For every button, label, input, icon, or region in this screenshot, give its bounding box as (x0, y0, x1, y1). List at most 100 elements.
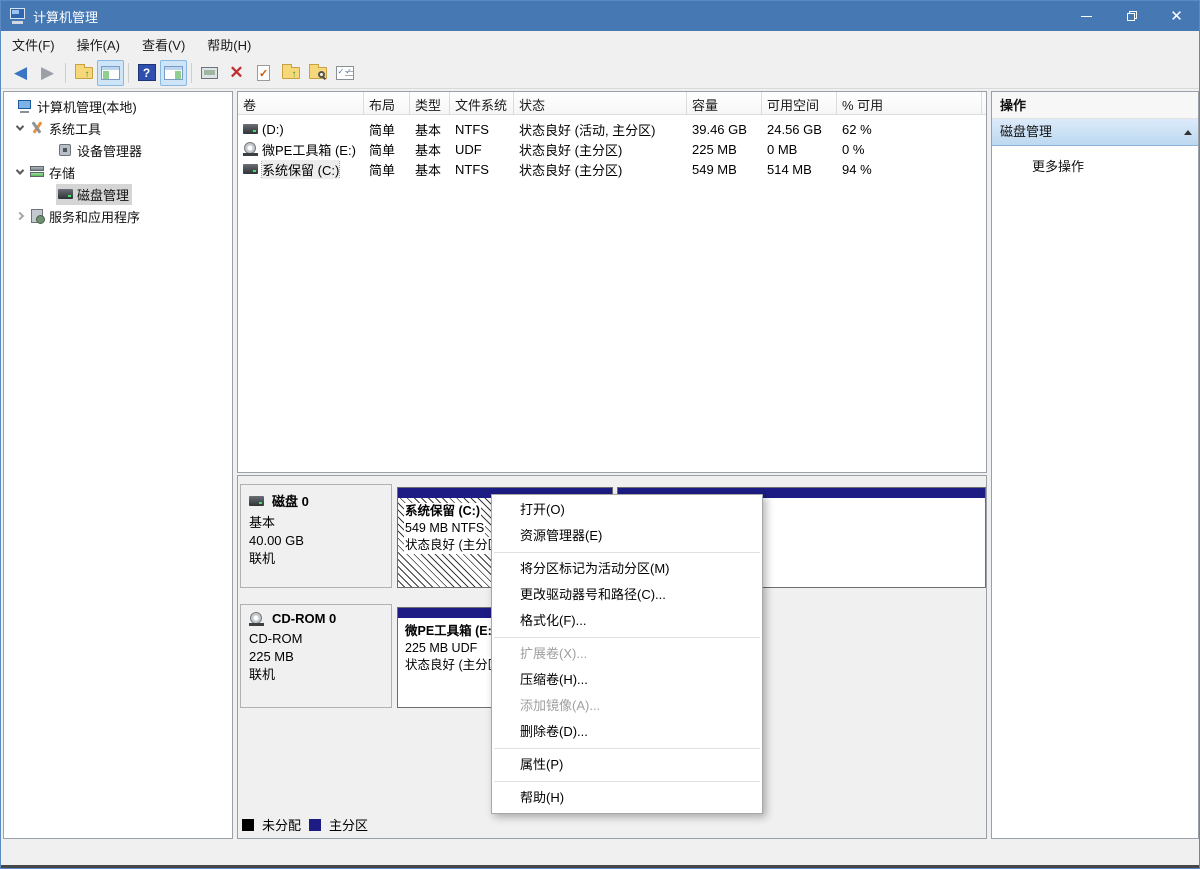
disk-icon (56, 189, 74, 199)
column-header-percent-free[interactable]: % 可用 (837, 92, 982, 114)
action-pane-toggle-icon (164, 66, 183, 80)
collapse-arrow-icon[interactable] (1184, 130, 1192, 135)
table-row[interactable]: 系统保留 (C:) 简单 基本 NTFS 状态良好 (主分区) 549 MB 5… (238, 159, 986, 179)
actions-header: 操作 (992, 92, 1198, 119)
table-row[interactable]: 微PE工具箱 (E:) 简单 基本 UDF 状态良好 (主分区) 225 MB … (238, 139, 986, 159)
menu-item-help[interactable]: 帮助(H) (492, 785, 762, 811)
cd-icon (243, 142, 258, 156)
action-pane-toggle-button[interactable] (160, 60, 187, 86)
help-icon: ? (138, 64, 156, 81)
disk0-title: 磁盘 0 (272, 491, 309, 510)
column-header-free-space[interactable]: 可用空间 (762, 92, 837, 114)
delete-icon: ✕ (229, 64, 243, 81)
app-icon (9, 8, 27, 24)
back-button[interactable]: ◀ (7, 60, 34, 86)
forward-button[interactable]: ▶ (34, 60, 61, 86)
column-header-capacity[interactable]: 容量 (687, 92, 762, 114)
menu-item-change-drive-letter[interactable]: 更改驱动器号和路径(C)... (492, 582, 762, 608)
drive-icon (243, 164, 258, 174)
menu-view[interactable]: 查看(V) (131, 31, 196, 58)
folder-upload-icon: ↑ (282, 67, 300, 79)
window-title: 计算机管理 (33, 7, 98, 26)
up-level-button[interactable]: ↑ (70, 60, 97, 86)
minimize-button[interactable] (1064, 1, 1109, 31)
folder-search-icon (309, 67, 327, 79)
cd-icon (249, 612, 264, 626)
menu-item-delete-volume[interactable]: 删除卷(D)... (492, 719, 762, 745)
console-tree-toggle-icon (101, 66, 120, 80)
chevron-down-icon[interactable] (12, 125, 28, 131)
help-button[interactable]: ? (133, 60, 160, 86)
column-header-type[interactable]: 类型 (410, 92, 450, 114)
column-header-volume[interactable]: 卷 (238, 92, 364, 114)
volume-list-header: 卷 布局 类型 文件系统 状态 容量 可用空间 % 可用 (238, 92, 986, 115)
tree-selection: 磁盘管理 (56, 184, 132, 205)
toolbar-separator (65, 63, 66, 83)
menu-item-format[interactable]: 格式化(F)... (492, 608, 762, 634)
cdrom0-size: 225 MB (249, 648, 383, 666)
folder-search-button[interactable] (304, 60, 331, 86)
menu-item-explorer[interactable]: 资源管理器(E) (492, 523, 762, 549)
folder-up-icon: ↑ (75, 67, 93, 79)
computer-management-window: 计算机管理 ✕ 文件(F) 操作(A) 查看(V) 帮助(H) ◀ ▶ ↑ ? … (0, 0, 1200, 869)
toolbar-separator (128, 63, 129, 83)
status-bar (1, 841, 1199, 867)
context-menu: 打开(O) 资源管理器(E) 将分区标记为活动分区(M) 更改驱动器号和路径(C… (491, 494, 763, 814)
chevron-right-icon[interactable] (12, 213, 28, 219)
menu-item-properties[interactable]: 属性(P) (492, 752, 762, 778)
tree-item-system-tools[interactable]: 系统工具 (4, 117, 232, 139)
forward-icon: ▶ (41, 64, 54, 81)
more-actions-item[interactable]: 更多操作 (992, 156, 1198, 175)
minimize-icon (1081, 16, 1092, 17)
rescan-disks-button[interactable] (196, 60, 223, 86)
disk0-status: 联机 (249, 550, 383, 568)
table-row[interactable]: (D:) 简单 基本 NTFS 状态良好 (活动, 主分区) 39.46 GB … (238, 119, 986, 139)
disk0-label-box[interactable]: 磁盘 0 基本 40.00 GB 联机 (240, 484, 392, 588)
cdrom0-label-box[interactable]: CD-ROM 0 CD-ROM 225 MB 联机 (240, 604, 392, 708)
menu-item-open[interactable]: 打开(O) (492, 497, 762, 523)
menu-action[interactable]: 操作(A) (66, 31, 131, 58)
tree-item-device-manager[interactable]: 设备管理器 (4, 139, 232, 161)
console-tree-toggle-button[interactable] (97, 60, 124, 86)
column-header-layout[interactable]: 布局 (364, 92, 410, 114)
menu-item-extend-volume: 扩展卷(X)... (492, 641, 762, 667)
volume-list: 卷 布局 类型 文件系统 状态 容量 可用空间 % 可用 (D:) 简单 基本 … (237, 91, 987, 473)
toolbar: ◀ ▶ ↑ ? ✕ ↑ (1, 57, 1199, 89)
unallocated-swatch (242, 819, 254, 831)
legend-primary-label: 主分区 (329, 815, 368, 834)
column-header-filesystem[interactable]: 文件系统 (450, 92, 514, 114)
tree-item-disk-management[interactable]: 磁盘管理 (4, 183, 232, 205)
device-manager-icon (56, 144, 74, 156)
column-header-status[interactable]: 状态 (514, 92, 687, 114)
actions-group-disk-management[interactable]: 磁盘管理 (992, 119, 1198, 146)
tree-item-services-applications[interactable]: 服务和应用程序 (4, 205, 232, 227)
cdrom0-title: CD-ROM 0 (272, 611, 336, 626)
actions-pane: 操作 磁盘管理 更多操作 (991, 91, 1199, 839)
console-tree: 计算机管理(本地) 系统工具 设备管理器 存储 磁盘管理 服务和应用程序 (3, 91, 233, 839)
delete-button[interactable]: ✕ (223, 60, 250, 86)
task-list-icon (336, 66, 354, 80)
menu-bar: 文件(F) 操作(A) 查看(V) 帮助(H) (1, 31, 1199, 57)
tree-item-computer-management[interactable]: 计算机管理(本地) (4, 95, 232, 117)
legend-unallocated-label: 未分配 (262, 815, 301, 834)
disk-icon (249, 496, 264, 506)
title-bar: 计算机管理 ✕ (1, 1, 1199, 31)
tools-icon (28, 121, 46, 135)
drive-icon (243, 124, 258, 134)
restore-icon (1127, 11, 1137, 21)
tree-item-storage[interactable]: 存储 (4, 161, 232, 183)
computer-icon (16, 100, 34, 113)
close-button[interactable]: ✕ (1154, 1, 1199, 31)
chevron-down-icon[interactable] (12, 169, 28, 175)
menu-item-shrink-volume[interactable]: 压缩卷(H)... (492, 667, 762, 693)
storage-icon (28, 166, 46, 178)
menu-help[interactable]: 帮助(H) (196, 31, 262, 58)
primary-partition-swatch (309, 819, 321, 831)
menu-file[interactable]: 文件(F) (1, 31, 66, 58)
restore-button[interactable] (1109, 1, 1154, 31)
properties-check-button[interactable] (250, 60, 277, 86)
folder-upload-button[interactable]: ↑ (277, 60, 304, 86)
task-list-button[interactable] (331, 60, 358, 86)
menu-item-mark-active[interactable]: 将分区标记为活动分区(M) (492, 556, 762, 582)
menu-separator (494, 781, 760, 782)
